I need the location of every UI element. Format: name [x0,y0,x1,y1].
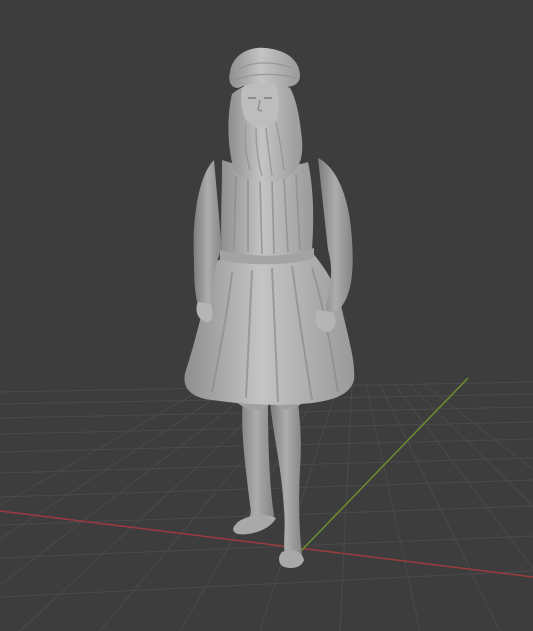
3d-viewport[interactable] [0,0,533,631]
viewport-scene[interactable] [0,0,533,631]
